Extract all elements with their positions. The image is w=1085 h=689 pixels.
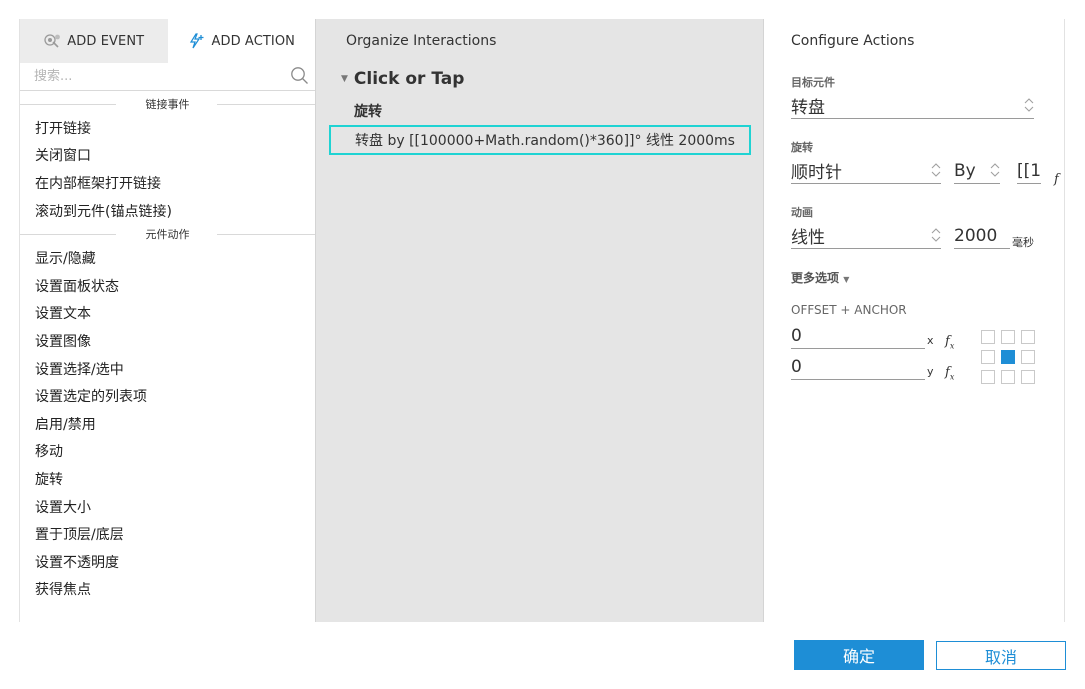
configure-actions-title: Configure Actions [791,33,915,49]
action-item-rotate[interactable]: 旋转 [20,465,315,493]
action-item-move[interactable]: 移动 [20,438,315,466]
search-bar [20,63,315,91]
section-link-actions: 链接事件 [20,94,315,114]
anchor-picker [981,330,1035,384]
library-tabs: ADD EVENT ADD ACTION [20,19,315,63]
action-item-set-image[interactable]: 设置图像 [20,327,315,355]
anchor-middle-right[interactable] [1021,350,1035,364]
offset-x-fx-icon[interactable]: fx [945,334,954,351]
selected-action-row[interactable]: 转盘 by [[100000+Math.random()*360]]° 线性 2… [329,125,751,155]
offset-y-fx-icon[interactable]: fx [945,365,954,382]
easing-value: 线性 [791,228,825,248]
configure-actions-pane: Configure Actions 目标元件 转盘 旋转 顺时针 By [[1 … [763,19,1065,622]
rotate-direction-select[interactable]: 顺时针 [791,158,941,184]
section-widget-actions: 元件动作 [20,224,315,244]
tab-add-action-label: ADD ACTION [211,33,296,49]
action-item-enable-disable[interactable]: 启用/禁用 [20,410,315,438]
rotate-angle-value: [[1 [1017,160,1041,181]
action-item-set-opacity[interactable]: 设置不透明度 [20,548,315,576]
offset-x-input[interactable]: 0 [791,323,925,349]
offset-y-value: 0 [791,356,802,377]
action-summary: 转盘 by [[100000+Math.random()*360]]° 线性 2… [355,133,735,149]
caret-down-icon: ▼ [843,275,850,284]
organize-interactions-title: Organize Interactions [346,33,497,49]
action-item-set-list-item[interactable]: 设置选定的列表项 [20,382,315,410]
organize-interactions-pane: Organize Interactions ▼ Click or Tap 旋转 … [315,19,763,622]
more-options-toggle[interactable]: 更多选项 ▼ [791,269,849,286]
updown-chevron-icon [931,226,941,249]
anchor-top-right[interactable] [1021,330,1035,344]
rotate-mode-select[interactable]: By [954,158,1000,184]
updown-chevron-icon [990,161,1000,184]
search-input[interactable] [34,65,274,87]
tab-add-event[interactable]: ADD EVENT [20,19,168,63]
updown-chevron-icon [931,161,941,184]
anchor-bottom-right[interactable] [1021,370,1035,384]
duration-input[interactable]: 2000 [954,223,1010,249]
add-event-icon [43,33,61,49]
rotate-angle-input[interactable]: [[1 [1017,158,1041,184]
target-widget-value: 转盘 [791,98,825,118]
offset-anchor-label: OFFSET + ANCHOR [791,303,907,317]
action-item-open-link[interactable]: 打开链接 [20,114,315,142]
action-item-bring-front-back[interactable]: 置于顶层/底层 [20,520,315,548]
angle-fx-icon[interactable]: f [1054,172,1059,187]
cancel-button[interactable]: 取消 [936,641,1066,670]
action-item-focus[interactable]: 获得焦点 [20,576,315,604]
anchor-center[interactable] [1001,350,1015,364]
updown-chevron-icon [1024,96,1034,119]
action-item-set-text[interactable]: 设置文本 [20,300,315,328]
offset-x-unit: x [927,334,934,347]
easing-select[interactable]: 线性 [791,223,941,249]
search-icon[interactable] [290,66,309,89]
tab-add-event-label: ADD EVENT [67,33,145,49]
rotate-direction-value: 顺时针 [791,163,842,183]
anchor-top-center[interactable] [1001,330,1015,344]
duration-value: 2000 [954,225,998,246]
offset-x-value: 0 [791,325,802,346]
action-item-set-size[interactable]: 设置大小 [20,493,315,521]
action-item-show-hide[interactable]: 显示/隐藏 [20,244,315,272]
action-item-open-in-frame[interactable]: 在内部框架打开链接 [20,169,315,197]
more-options-label: 更多选项 [791,271,840,285]
anchor-bottom-center[interactable] [1001,370,1015,384]
anchor-top-left[interactable] [981,330,995,344]
action-item-close-window[interactable]: 关闭窗口 [20,142,315,170]
offset-y-input[interactable]: 0 [791,354,925,380]
offset-y-unit: y [927,365,934,378]
action-library-pane: ADD EVENT ADD ACTION 链接 [19,19,315,622]
event-label: Click or Tap [353,69,465,89]
ok-button[interactable]: 确定 [794,640,924,670]
animation-label: 动画 [791,206,813,219]
action-item-scroll-to-widget[interactable]: 滚动到元件(锚点链接) [20,197,315,225]
event-click-or-tap[interactable]: ▼ Click or Tap [341,69,464,89]
add-action-icon [187,33,205,49]
case-label[interactable]: 旋转 [354,101,382,121]
rotate-label: 旋转 [791,141,813,154]
target-widget-select[interactable]: 转盘 [791,93,1034,119]
interaction-editor-dialog: ADD EVENT ADD ACTION 链接 [19,19,1065,622]
tab-add-action[interactable]: ADD ACTION [167,19,315,63]
rotate-mode-value: By [954,160,976,181]
anchor-bottom-left[interactable] [981,370,995,384]
action-item-set-selected[interactable]: 设置选择/选中 [20,355,315,383]
action-item-set-panel-state[interactable]: 设置面板状态 [20,272,315,300]
collapse-triangle-icon[interactable]: ▼ [341,74,348,84]
duration-unit: 毫秒 [1012,236,1034,249]
target-widget-label: 目标元件 [791,76,835,89]
anchor-middle-left[interactable] [981,350,995,364]
